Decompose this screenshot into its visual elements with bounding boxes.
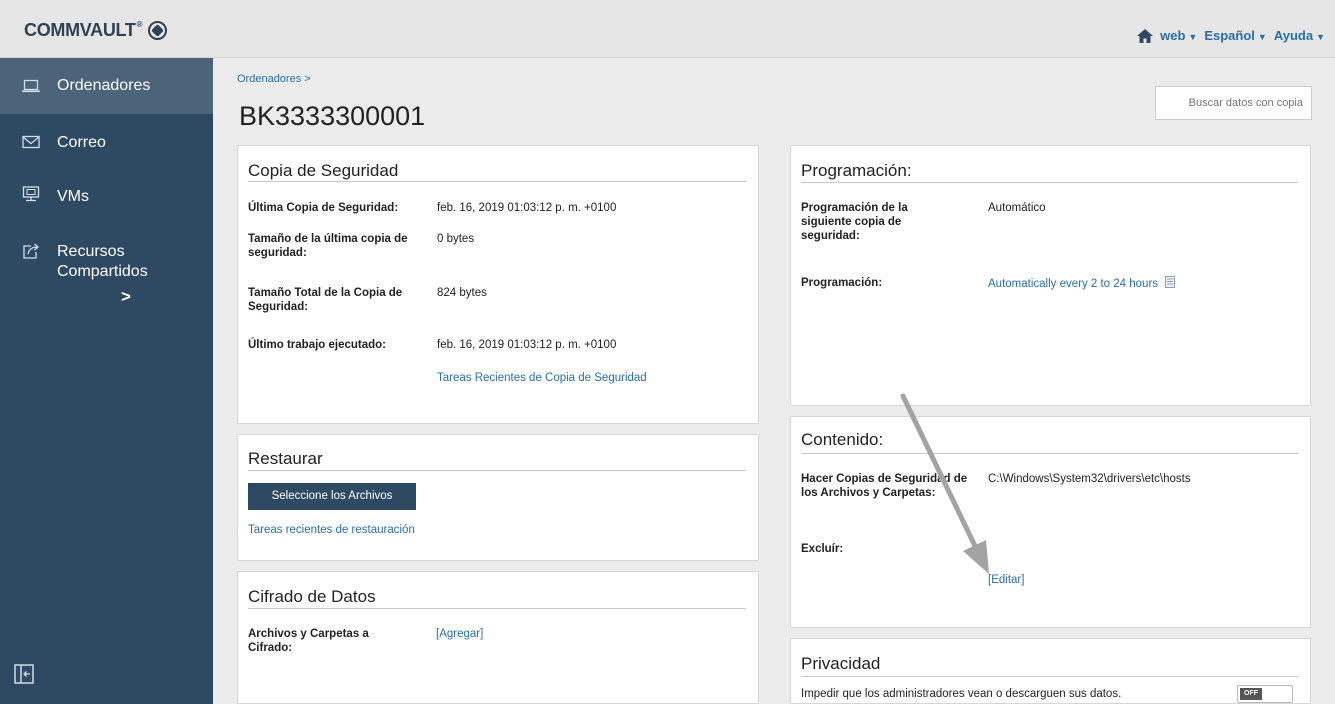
schedule-title: Programación: [801, 161, 912, 180]
top-bar: COMMVAULT ® web ▼ Español ▼ Ayuda ▼ [0, 0, 1335, 58]
sidebar-item-label: VMs [57, 188, 89, 205]
language-label: Español [1204, 28, 1255, 43]
encryption-title: Cifrado de Datos [248, 587, 376, 606]
logo-registered: ® [136, 20, 143, 29]
user-name: web [1160, 28, 1186, 43]
home-icon[interactable] [1137, 28, 1154, 43]
sidebar-item-label: Recursos Compartidos [57, 243, 148, 280]
document-icon[interactable] [1165, 276, 1176, 288]
select-files-button[interactable]: Seleccione los Archivos [248, 483, 416, 510]
toggle-state-label: OFF [1240, 688, 1262, 700]
content-panel: Contenido: Hacer Copias de Seguridad de … [790, 416, 1311, 628]
sidebar-item-vms[interactable]: VMs [0, 178, 213, 218]
schedule-link-text: Automatically every 2 to 24 hours [988, 278, 1159, 290]
chevron-right-icon[interactable]: > [121, 287, 131, 307]
last-backup-size-value: 0 bytes [437, 233, 475, 245]
sidebar: Ordenadores Correo VMs Recursos Comparti… [0, 58, 213, 704]
privacy-text: Impedir que los administradores vean o d… [801, 688, 1122, 700]
chevron-down-icon: ▼ [1316, 32, 1325, 42]
vm-icon [22, 186, 40, 202]
encrypted-folders-label: Archivos y Carpetas a Cifrado: [248, 628, 369, 654]
schedule-label: Programación: [801, 277, 883, 289]
content-title: Contenido: [801, 430, 884, 449]
sidebar-item-correo[interactable]: Correo [0, 124, 213, 164]
encryption-panel: Cifrado de Datos Archivos y Carpetas a C… [237, 571, 759, 704]
page-title: BK3333300001 [239, 101, 426, 131]
backup-content-label: Hacer Copias de Seguridad de los Archivo… [801, 473, 968, 499]
share-icon [23, 243, 39, 259]
chevron-down-icon: ▼ [1257, 32, 1267, 42]
search-input[interactable] [1155, 86, 1312, 120]
user-menu[interactable]: web ▼ [1160, 28, 1197, 43]
logo-mark-icon [148, 21, 168, 40]
add-encryption-link[interactable]: [Agregar] [436, 627, 483, 641]
logo-text: COMMVAULT [24, 20, 136, 40]
breadcrumb[interactable]: Ordenadores > [237, 73, 311, 85]
edit-content-link[interactable]: [Editar] [988, 573, 1024, 587]
privacy-title: Privacidad [801, 654, 881, 673]
last-backup-label: Última Copia de Seguridad: [248, 202, 399, 214]
last-backup-value: feb. 16, 2019 01:03:12 p. m. +0100 [437, 202, 617, 214]
divider [248, 470, 746, 471]
commvault-logo[interactable]: COMMVAULT ® [24, 20, 168, 41]
schedule-panel: Programación: Programación de la siguien… [790, 145, 1311, 406]
privacy-panel: Privacidad Impedir que los administrador… [790, 638, 1311, 704]
exclude-label: Excluír: [801, 543, 844, 555]
divider [248, 181, 746, 182]
help-menu[interactable]: Ayuda ▼ [1274, 28, 1325, 43]
chevron-down-icon: ▼ [1188, 32, 1198, 42]
divider [801, 453, 1298, 454]
backup-content-value: C:\Windows\System32\drivers\etc\hosts [988, 473, 1191, 485]
restore-panel: Restaurar Seleccione los Archivos Tareas… [237, 434, 759, 561]
restore-title: Restaurar [248, 449, 323, 468]
backup-title: Copia de Seguridad [248, 161, 399, 180]
last-backup-size-label: Tamaño de la última copia de seguridad: [248, 233, 408, 259]
recent-restore-jobs-link[interactable]: Tareas recientes de restauración [248, 523, 415, 537]
recent-backup-jobs-link[interactable]: Tareas Recientes de Copia de Seguridad [437, 371, 647, 385]
sidebar-item-label: Ordenadores [57, 77, 151, 94]
backup-panel: Copia de Seguridad Última Copia de Segur… [237, 145, 759, 424]
total-backup-size-label: Tamaño Total de la Copia de Seguridad: [248, 287, 403, 313]
schedule-link[interactable]: Automatically every 2 to 24 hours [988, 276, 1176, 291]
top-right-menu: web ▼ Español ▼ Ayuda ▼ [1137, 28, 1325, 43]
sidebar-item-label: Correo [57, 134, 106, 151]
divider [248, 608, 746, 609]
total-backup-size-value: 824 bytes [437, 287, 487, 299]
collapse-sidebar-icon[interactable] [14, 664, 34, 684]
language-menu[interactable]: Español ▼ [1204, 28, 1267, 43]
last-job-value: feb. 16, 2019 01:03:12 p. m. +0100 [437, 339, 617, 351]
next-schedule-value: Automático [988, 202, 1046, 214]
last-job-label: Último trabajo ejecutado: [248, 339, 387, 351]
envelope-icon [22, 135, 40, 149]
divider [801, 182, 1298, 183]
next-schedule-label: Programación de la siguiente copia de se… [801, 202, 908, 242]
help-label: Ayuda [1273, 28, 1314, 43]
sidebar-item-recursos-compartidos[interactable]: Recursos Compartidos [0, 234, 213, 304]
privacy-toggle[interactable]: OFF [1237, 685, 1293, 703]
sidebar-item-ordenadores[interactable]: Ordenadores [0, 58, 213, 114]
divider [801, 676, 1298, 677]
laptop-icon [22, 79, 40, 93]
